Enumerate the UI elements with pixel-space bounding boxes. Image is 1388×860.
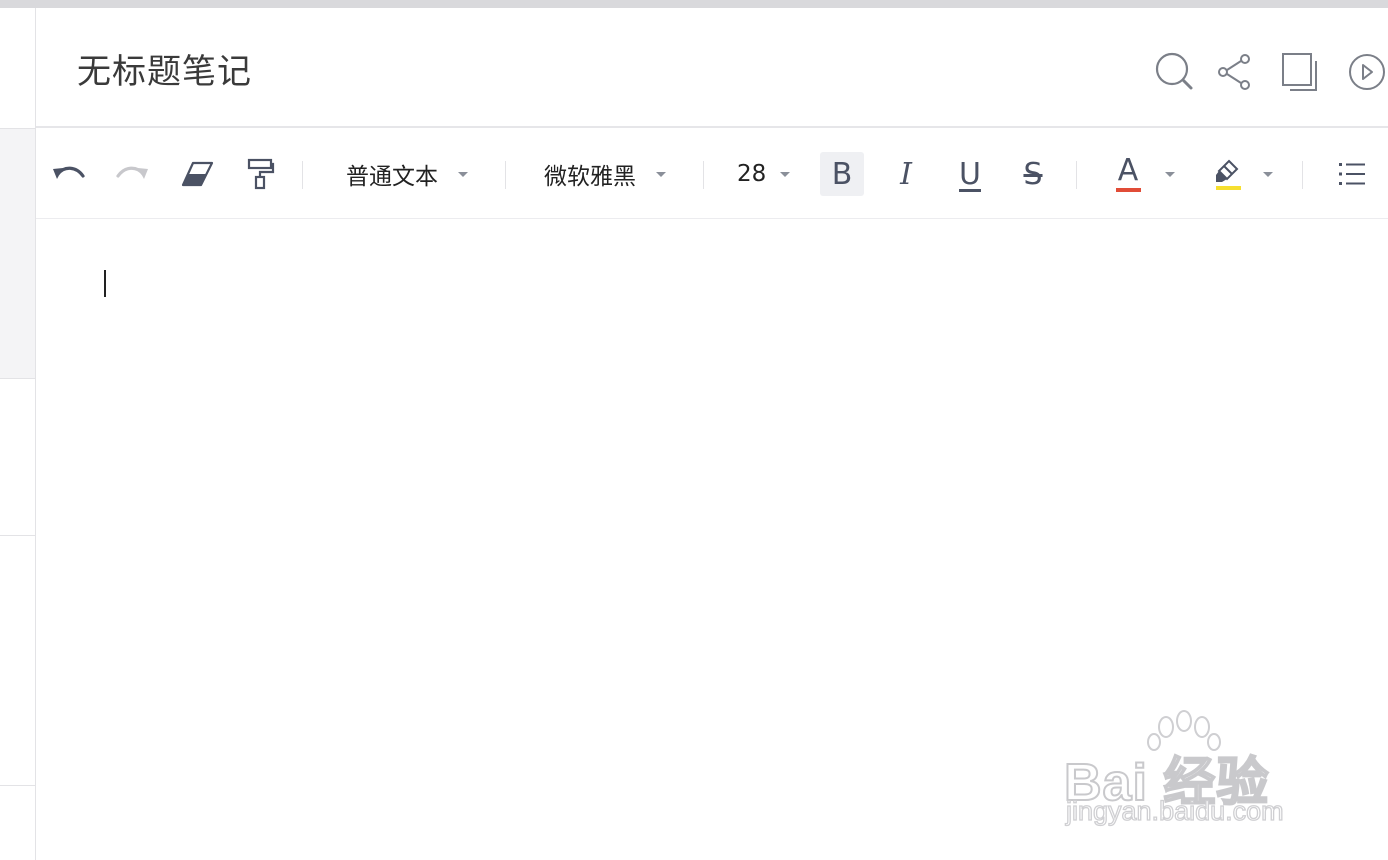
clear-format-button[interactable] — [178, 152, 218, 196]
chevron-down-icon — [458, 171, 468, 177]
toolbar-separator — [1076, 161, 1077, 189]
pages-button[interactable] — [1279, 50, 1323, 94]
undo-icon — [53, 166, 85, 179]
font-family-value: 微软雅黑 — [544, 164, 636, 190]
eraser-icon — [181, 161, 214, 187]
play-icon — [1349, 54, 1385, 90]
redo-button[interactable] — [113, 152, 153, 196]
font-size-dropdown[interactable]: 28 — [728, 152, 798, 196]
italic-button[interactable]: I — [884, 152, 928, 196]
note-list-pane — [0, 8, 36, 860]
share-icon — [1218, 54, 1250, 90]
formatting-toolbar: 普通文本 微软雅黑 28 B I U S A — [36, 128, 1388, 219]
italic-icon: I — [900, 156, 912, 192]
share-button[interactable] — [1213, 50, 1257, 94]
selected-note-item[interactable] — [0, 128, 35, 379]
highlight-color-indicator — [1215, 186, 1241, 190]
list-icon — [1339, 163, 1365, 185]
bold-icon: B — [831, 156, 853, 192]
font-size-value: 28 — [737, 161, 767, 187]
undo-button[interactable] — [48, 152, 88, 196]
toolbar-separator — [1302, 161, 1303, 189]
note-title[interactable]: 无标题笔记 — [77, 44, 252, 93]
note-list-divider — [0, 535, 35, 536]
pages-icon — [1282, 53, 1317, 91]
chevron-down-icon — [656, 171, 666, 177]
format-painter-icon — [247, 158, 275, 190]
note-list-divider — [0, 785, 35, 786]
font-family-dropdown[interactable]: 微软雅黑 — [534, 152, 684, 196]
baidu-jingyan-watermark: Bai 经验 jingyan.baidu.com — [1062, 710, 1322, 835]
highlight-color-button[interactable] — [1208, 152, 1248, 196]
highlighter-icon — [1216, 159, 1239, 182]
highlight-color-dropdown[interactable] — [1258, 152, 1278, 196]
text-color-button[interactable]: A — [1108, 152, 1148, 196]
toolbar-separator — [505, 161, 506, 189]
chevron-down-icon — [1165, 171, 1175, 177]
presentation-button[interactable] — [1344, 50, 1388, 94]
watermark-url: jingyan.baidu.com — [1065, 795, 1284, 826]
search-icon — [1155, 52, 1193, 90]
paragraph-style-value: 普通文本 — [346, 164, 438, 190]
bold-button[interactable]: B — [820, 152, 864, 196]
note-header: 无标题笔记 — [36, 8, 1388, 128]
text-color-dropdown[interactable] — [1160, 152, 1180, 196]
text-color-indicator — [1115, 188, 1141, 192]
strikethrough-icon: S — [1023, 156, 1043, 192]
search-button[interactable] — [1153, 50, 1197, 94]
chevron-down-icon — [1263, 171, 1273, 177]
toolbar-separator — [302, 161, 303, 189]
text-color-icon: A — [1117, 153, 1139, 188]
strikethrough-button[interactable]: S — [1011, 152, 1055, 196]
window-top-strip — [0, 0, 1388, 8]
text-cursor — [104, 270, 106, 297]
paragraph-style-dropdown[interactable]: 普通文本 — [336, 152, 486, 196]
bullet-list-button[interactable] — [1332, 152, 1372, 196]
chevron-down-icon — [780, 171, 791, 177]
redo-icon — [116, 166, 148, 179]
underline-icon: U — [959, 156, 981, 192]
format-painter-button[interactable] — [241, 152, 281, 196]
toolbar-separator — [703, 161, 704, 189]
underline-button[interactable]: U — [948, 152, 992, 196]
